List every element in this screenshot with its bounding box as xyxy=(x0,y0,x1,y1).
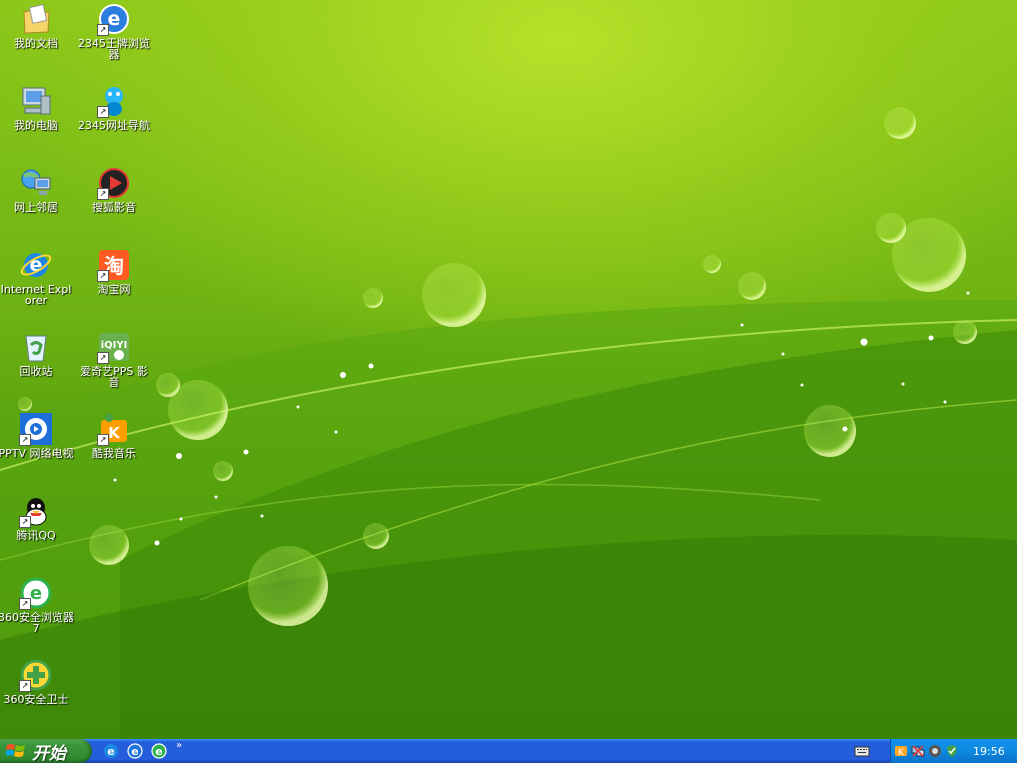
shortcut-arrow-icon: ↗ xyxy=(97,352,109,364)
svg-text:e: e xyxy=(131,745,138,758)
shortcut-arrow-icon: ↗ xyxy=(97,188,109,200)
shortcut-arrow-icon: ↗ xyxy=(97,434,109,446)
shortcut-arrow-icon: ↗ xyxy=(19,680,31,692)
desktop-icon-browser-2345[interactable]: e ↗ 2345王牌浏览器 xyxy=(76,2,152,60)
browser-360-quicklaunch-icon[interactable]: e xyxy=(150,742,168,760)
internet-explorer-icon: e xyxy=(19,248,53,282)
desktop-icon-label: 淘宝网 xyxy=(97,283,131,296)
taobao-icon: 淘 ↗ xyxy=(97,248,131,282)
quick-launch-more-button[interactable]: » xyxy=(176,741,182,760)
desktop: 我的文档 e ↗ 2345王牌浏览器 我的电脑 ↗ 2345网址导航 网上邻居 ↗ 搜狐影音 e In… xyxy=(0,0,1017,739)
desktop-icon-label: 我的文档 xyxy=(14,37,58,50)
ie-quicklaunch-icon[interactable]: e xyxy=(102,742,120,760)
shortcut-arrow-icon: ↗ xyxy=(97,24,109,36)
desktop-icon-taobao[interactable]: 淘 ↗ 淘宝网 xyxy=(76,248,152,295)
pptv-icon: ↗ xyxy=(19,412,53,446)
desktop-icon-sohu-video[interactable]: ↗ 搜狐影音 xyxy=(76,166,152,213)
taskbar: 开始 e e e » K 19:56 xyxy=(0,739,1017,764)
nav-2345-icon: ↗ xyxy=(97,84,131,118)
shortcut-arrow-icon: ↗ xyxy=(97,106,109,118)
tencent-qq-icon: ↗ xyxy=(19,494,53,528)
security-360-icon: ↗ xyxy=(19,658,53,692)
desktop-icon-label: 360安全卫士 xyxy=(3,693,69,706)
desktop-icon-kuwo-music[interactable]: K ↗ 酷我音乐 xyxy=(76,412,152,459)
browser-2345-icon: e ↗ xyxy=(97,2,131,36)
desktop-icon-label: 我的电脑 xyxy=(14,119,58,132)
keyboard-language-icon[interactable] xyxy=(854,744,870,758)
my-computer-icon xyxy=(19,84,53,118)
windows-logo-icon xyxy=(6,744,25,757)
desktop-icon-label: 2345网址导航 xyxy=(78,119,150,132)
desktop-icon-label: 爱奇艺PPS 影音 xyxy=(80,365,148,389)
svg-text:K: K xyxy=(108,424,121,442)
svg-text:e: e xyxy=(30,583,42,604)
network-tray-icon[interactable] xyxy=(911,744,925,758)
desktop-icon-label: 2345王牌浏览器 xyxy=(78,37,150,61)
browser-quicklaunch-icon[interactable]: e xyxy=(126,742,144,760)
desktop-icon-label: 回收站 xyxy=(19,365,53,378)
desktop-icon-label: PPTV 网络电视 xyxy=(0,447,74,460)
svg-text:e: e xyxy=(108,8,121,30)
quick-launch-bar: e e e » xyxy=(102,741,182,760)
desktop-icon-label: 网上邻居 xyxy=(14,201,58,214)
desktop-icon-label: 搜狐影音 xyxy=(92,201,136,214)
clock[interactable]: 19:56 xyxy=(973,745,1005,758)
desktop-icon-internet-explorer[interactable]: e Internet Explorer xyxy=(0,248,74,306)
start-label: 开始 xyxy=(32,743,66,764)
desktop-icon-nav-2345[interactable]: ↗ 2345网址导航 xyxy=(76,84,152,131)
desktop-icon-label: 酷我音乐 xyxy=(92,447,136,460)
start-button[interactable]: 开始 xyxy=(0,739,92,764)
svg-text:e: e xyxy=(155,745,162,758)
iqiyi-icon: iQIYI ↗ xyxy=(97,330,131,364)
desktop-icon-tencent-qq[interactable]: ↗ 腾讯QQ xyxy=(0,494,74,541)
desktop-icon-label: Internet Explorer xyxy=(0,283,72,307)
recycle-bin-icon xyxy=(19,330,53,364)
kuwo-tray-icon[interactable]: K xyxy=(894,744,908,758)
security-tray-icon[interactable] xyxy=(945,744,959,758)
browser-360-icon: e ↗ xyxy=(19,576,53,610)
wallpaper xyxy=(0,107,1017,739)
desktop-icon-label: 腾讯QQ xyxy=(16,529,56,542)
sohu-video-icon: ↗ xyxy=(97,166,131,200)
desktop-icon-iqiyi[interactable]: iQIYI ↗ 爱奇艺PPS 影音 xyxy=(76,330,152,388)
desktop-icon-network-places[interactable]: 网上邻居 xyxy=(0,166,74,213)
system-tray: K 19:56 xyxy=(890,739,1017,763)
svg-text:e: e xyxy=(107,745,114,758)
network-places-icon xyxy=(19,166,53,200)
volume-tray-icon[interactable] xyxy=(928,744,942,758)
shortcut-arrow-icon: ↗ xyxy=(19,434,31,446)
shortcut-arrow-icon: ↗ xyxy=(97,270,109,282)
desktop-icon-pptv[interactable]: ↗ PPTV 网络电视 xyxy=(0,412,74,459)
desktop-icon-browser-360[interactable]: e ↗ 360安全浏览器7 xyxy=(0,576,74,634)
svg-text:iQIYI: iQIYI xyxy=(101,340,128,351)
desktop-icon-my-documents[interactable]: 我的文档 xyxy=(0,2,74,49)
kuwo-music-icon: K ↗ xyxy=(97,412,131,446)
desktop-icon-label: 360安全浏览器7 xyxy=(0,611,74,635)
desktop-icon-my-computer[interactable]: 我的电脑 xyxy=(0,84,74,131)
desktop-icon-recycle-bin[interactable]: 回收站 xyxy=(0,330,74,377)
desktop-icon-security-360[interactable]: ↗ 360安全卫士 xyxy=(0,658,74,705)
shortcut-arrow-icon: ↗ xyxy=(19,516,31,528)
shortcut-arrow-icon: ↗ xyxy=(19,598,31,610)
my-documents-icon xyxy=(19,2,53,36)
